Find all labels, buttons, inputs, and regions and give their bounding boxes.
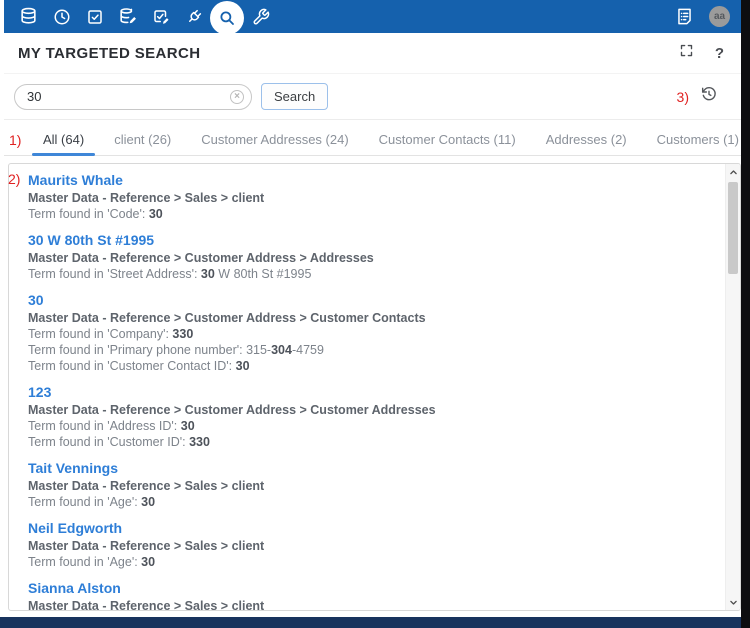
result-title-link[interactable]: Sianna Alston (28, 579, 725, 598)
tab-customer-contacts-11[interactable]: Customer Contacts (11) (364, 128, 531, 155)
term-found-line: Term found in 'Street Address': 30 W 80t… (28, 266, 725, 282)
result-item: 30 W 80th St #1995 Master Data - Referen… (28, 231, 725, 282)
tab-label: Addresses (2) (546, 132, 627, 147)
search-input[interactable] (14, 84, 252, 110)
annotation-2: 2) (8, 171, 20, 187)
app-window: aa MY TARGETED SEARCH ? × Search 3) 1) A… (4, 0, 742, 617)
tab-label: Customers (1) (657, 132, 739, 147)
database-icon[interactable] (12, 0, 45, 33)
clear-icon[interactable]: × (230, 90, 244, 104)
tab-label: Customer Addresses (24) (201, 132, 348, 147)
tab-customers-1[interactable]: Customers (1) (642, 128, 750, 155)
result-terms: Term found in 'Address ID': 30Term found… (28, 418, 725, 450)
term-found-line: Term found in 'Address ID': 30 (28, 418, 725, 434)
page-title: MY TARGETED SEARCH (18, 45, 201, 62)
result-terms: Term found in 'Age': 30 (28, 554, 725, 570)
term-found-line: Term found in 'Age': 30 (28, 554, 725, 570)
search-row: × Search 3) (4, 74, 742, 120)
tab-label: client (26) (114, 132, 171, 147)
tab-label: Customer Contacts (11) (379, 132, 516, 147)
log-list-icon[interactable] (672, 0, 696, 33)
result-breadcrumb-path: Master Data - Reference > Sales > client (28, 598, 725, 610)
tabs-row: 1) All (64) client (26) Customer Addresses… (4, 128, 742, 156)
task-edit-icon[interactable] (144, 0, 177, 33)
history-icon[interactable] (701, 86, 717, 107)
search-row-right: 3) (677, 86, 732, 107)
results-panel: Maurits Whale Master Data - Reference > … (8, 163, 741, 611)
result-title-link[interactable]: Maurits Whale (28, 171, 725, 190)
tab-label: All (64) (43, 132, 84, 147)
annotation-3: 3) (677, 89, 689, 105)
result-breadcrumb-path: Master Data - Reference > Customer Addre… (28, 310, 725, 326)
scroll-up-icon[interactable] (726, 164, 740, 180)
tab-addresses-2[interactable]: Addresses (2) (531, 128, 642, 155)
result-title-link[interactable]: Tait Vennings (28, 459, 725, 478)
search-input-wrap: × (14, 84, 252, 110)
result-item: Maurits Whale Master Data - Reference > … (28, 171, 725, 222)
result-item: Neil Edgworth Master Data - Reference > … (28, 519, 725, 570)
term-found-line: Term found in 'Customer ID': 330 (28, 434, 725, 450)
topbar: aa (4, 0, 742, 33)
search-icon[interactable] (210, 1, 244, 35)
search-button[interactable]: Search (261, 83, 328, 110)
term-found-line: Term found in 'Primary phone number': 31… (28, 342, 725, 358)
result-title-link[interactable]: 123 (28, 383, 725, 402)
tab-customer-addresses-24[interactable]: Customer Addresses (24) (186, 128, 363, 155)
database-edit-icon[interactable] (111, 0, 144, 33)
result-terms: Term found in 'Age': 30 (28, 494, 725, 510)
term-found-line: Term found in 'Code': 30 (28, 206, 725, 222)
result-breadcrumb-path: Master Data - Reference > Customer Addre… (28, 250, 725, 266)
tab-client-26[interactable]: client (26) (99, 128, 186, 155)
right-shade (741, 0, 750, 628)
result-title-link[interactable]: 30 W 80th St #1995 (28, 231, 725, 250)
scrollbar-thumb[interactable] (728, 182, 738, 274)
result-breadcrumb-path: Master Data - Reference > Sales > client (28, 190, 725, 206)
task-check-icon[interactable] (78, 0, 111, 33)
result-title-link[interactable]: 30 (28, 291, 725, 310)
result-title-link[interactable]: Neil Edgworth (28, 519, 725, 538)
term-found-line: Term found in 'Customer Contact ID': 30 (28, 358, 725, 374)
tab-all-64[interactable]: All (64) (28, 128, 99, 155)
result-breadcrumb-path: Master Data - Reference > Sales > client (28, 478, 725, 494)
result-terms: Term found in 'Code': 30 (28, 206, 725, 222)
wrench-icon[interactable] (244, 0, 277, 33)
scroll-down-icon[interactable] (726, 594, 740, 610)
result-breadcrumb-path: Master Data - Reference > Customer Addre… (28, 402, 725, 418)
result-item: 123 Master Data - Reference > Customer A… (28, 383, 725, 450)
result-terms: Term found in 'Street Address': 30 W 80t… (28, 266, 725, 282)
help-icon[interactable]: ? (715, 45, 724, 62)
results-list: Maurits Whale Master Data - Reference > … (9, 164, 725, 610)
plug-icon[interactable] (177, 0, 210, 33)
result-terms: Term found in 'Company': 330Term found i… (28, 326, 725, 374)
vertical-scrollbar[interactable] (725, 164, 740, 610)
header-icons: ? (679, 43, 728, 63)
fullscreen-icon[interactable] (679, 43, 694, 63)
result-breadcrumb-path: Master Data - Reference > Sales > client (28, 538, 725, 554)
result-item: 30 Master Data - Reference > Customer Ad… (28, 291, 725, 374)
page-header: MY TARGETED SEARCH ? (4, 33, 742, 74)
result-item: Tait Vennings Master Data - Reference > … (28, 459, 725, 510)
term-found-line: Term found in 'Company': 330 (28, 326, 725, 342)
annotation-1: 1) (9, 132, 21, 148)
topbar-right: aa (672, 0, 734, 33)
tabs: All (64) client (26) Customer Addresses (2… (28, 128, 750, 155)
term-found-line: Term found in 'Age': 30 (28, 494, 725, 510)
clock-icon[interactable] (45, 0, 78, 33)
bottom-strip (0, 617, 741, 628)
user-avatar[interactable]: aa (709, 6, 730, 27)
result-item: Sianna Alston Master Data - Reference > … (28, 579, 725, 610)
